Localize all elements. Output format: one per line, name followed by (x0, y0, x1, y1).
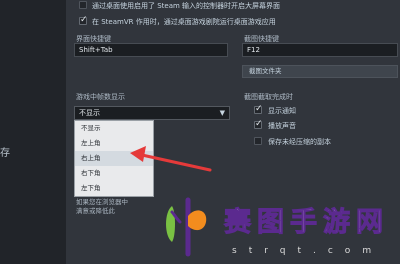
chevron-down-icon: ▼ (219, 109, 225, 117)
bigpicture-controller-label: 通过桌面使用启用了 Steam 输入的控制器时开启大屏幕界面 (92, 2, 281, 10)
dropdown-option-bottom-right[interactable]: 右下角 (75, 166, 153, 181)
note-line-1: 如果您在浏览器中 (76, 198, 128, 206)
site-watermark: 赛 图 手 游 网 strqt.com (150, 196, 400, 264)
show-notification-checkbox[interactable]: ✓ (254, 104, 263, 114)
fps-counter-selected: 不显示 (79, 109, 100, 117)
steamvr-theater-checkbox[interactable]: ✓ (79, 15, 88, 25)
screenshot-actions-label: 截图截取完成时 (244, 93, 293, 101)
bigpicture-controller-checkbox[interactable] (79, 1, 87, 9)
screenshot-folder-button[interactable]: 截图文件夹 (242, 65, 398, 78)
watermark-site-letters: strqt.com (232, 246, 384, 256)
checkmark-icon: ✓ (80, 15, 88, 25)
watermark-char-1: 赛 (224, 207, 252, 239)
settings-sidebar: 存 (0, 0, 66, 264)
checkmark-icon: ✓ (255, 104, 263, 114)
watermark-char-2: 图 (257, 207, 285, 239)
watermark-char-5: 网 (356, 207, 384, 239)
play-sound-label: 播放声音 (268, 122, 296, 130)
watermark-emblem-icon (166, 197, 207, 257)
overlay-shortcut-field[interactable]: Shift+Tab (74, 43, 228, 57)
screenshot-shortcut-field[interactable]: F12 (242, 43, 398, 57)
dropdown-option-none[interactable]: 不显示 (75, 121, 153, 136)
fps-counter-label: 游戏中帧数显示 (76, 93, 125, 101)
show-notification-label: 显示通知 (268, 107, 296, 115)
checkmark-icon: ✓ (255, 119, 263, 129)
save-uncompressed-checkbox[interactable] (254, 137, 262, 145)
watermark-char-3: 手 (290, 207, 318, 239)
steamvr-theater-label: 在 SteamVR 作用时，通过桌面游戏剧院运行桌面游戏应用 (92, 18, 276, 26)
dropdown-option-top-right[interactable]: 右上角 (75, 151, 153, 166)
note-line-2: 满意或降低此 (76, 207, 115, 215)
watermark-char-4: 游 (323, 207, 351, 239)
play-sound-checkbox[interactable]: ✓ (254, 119, 263, 129)
fps-counter-dropdown: 不显示 左上角 右上角 右下角 左下角 (74, 120, 154, 197)
dropdown-option-bottom-left[interactable]: 左下角 (75, 181, 153, 196)
save-uncompressed-label: 保存未经压缩的副本 (268, 138, 331, 146)
dropdown-option-top-left[interactable]: 左上角 (75, 136, 153, 151)
fps-counter-select[interactable]: 不显示 ▼ (74, 106, 230, 120)
sidebar-item-partial[interactable]: 存 (0, 144, 10, 159)
